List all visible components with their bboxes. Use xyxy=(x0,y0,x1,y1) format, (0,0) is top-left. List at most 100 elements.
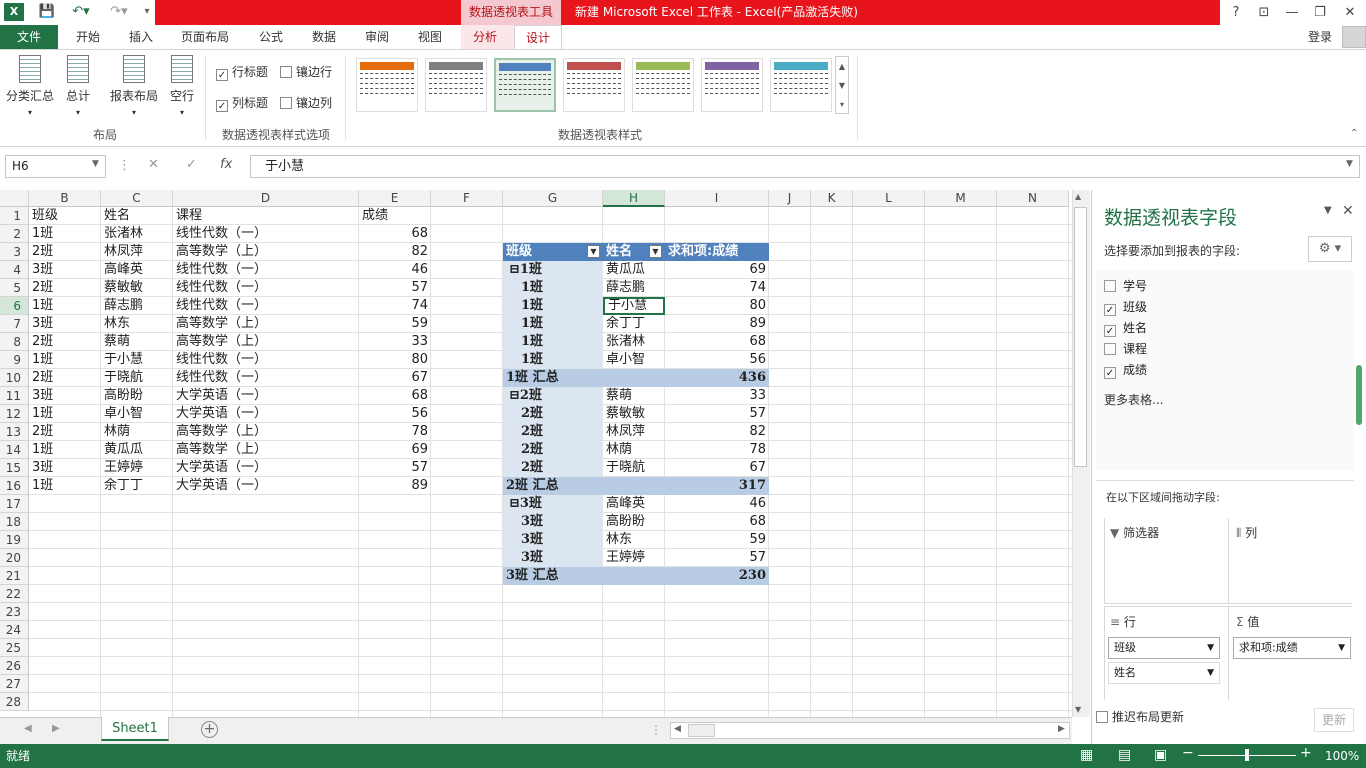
row-header[interactable]: 26 xyxy=(0,657,29,675)
gallery-scroll[interactable]: ▲ ▼ ▾ xyxy=(835,56,849,114)
report-layout-button[interactable]: 报表布局 ▾ xyxy=(108,55,160,123)
login-link[interactable]: 登录 xyxy=(1302,25,1338,49)
sheet-tab-sheet1[interactable]: Sheet1 xyxy=(101,717,169,741)
field-item[interactable]: ✓ 成绩 xyxy=(1104,361,1147,379)
pivot-value-cell[interactable]: 56 xyxy=(665,351,769,369)
source-data-cell[interactable]: 余丁丁 xyxy=(101,477,173,495)
row-header[interactable]: 25 xyxy=(0,639,29,657)
source-data-cell[interactable]: 59 xyxy=(359,315,431,333)
banded-rows-checkbox[interactable]: 镶边行 xyxy=(280,63,332,81)
row-header[interactable]: 20 xyxy=(0,549,29,567)
source-data-cell[interactable]: 3班 xyxy=(29,261,101,279)
pivot-value-cell[interactable]: 57 xyxy=(665,405,769,423)
pivot-row-label[interactable]: 2班 xyxy=(503,441,603,459)
source-data-cell[interactable]: 1班 xyxy=(29,297,101,315)
source-data-cell[interactable]: 3班 xyxy=(29,315,101,333)
checkbox-unchecked-icon[interactable] xyxy=(1104,343,1116,355)
pivot-row-label[interactable]: 1班 xyxy=(503,315,603,333)
row-header[interactable]: 16 xyxy=(0,477,29,495)
pivot-row-label[interactable]: ⊟1班 xyxy=(503,261,603,279)
pivot-value-cell[interactable]: 59 xyxy=(665,531,769,549)
pivot-row-label[interactable]: 2班 xyxy=(503,459,603,477)
save-icon[interactable]: 💾 xyxy=(36,2,58,22)
row-header[interactable]: 19 xyxy=(0,531,29,549)
source-data-cell[interactable]: 33 xyxy=(359,333,431,351)
column-header[interactable]: L xyxy=(853,190,925,207)
pivot-name-cell[interactable]: 林凤萍 xyxy=(603,423,665,441)
source-data-cell[interactable]: 3班 xyxy=(29,387,101,405)
pivot-row-label[interactable]: 3班 xyxy=(503,513,603,531)
source-data-cell[interactable]: 大学英语（一） xyxy=(173,387,359,405)
gallery-up-icon[interactable]: ▲ xyxy=(836,57,848,76)
row-header[interactable]: 6 xyxy=(0,297,29,315)
pivot-value-cell[interactable]: 80 xyxy=(665,297,769,315)
row-header[interactable]: 27 xyxy=(0,675,29,693)
tab-page-layout[interactable]: 页面布局 xyxy=(172,25,238,49)
column-header[interactable]: I xyxy=(665,190,769,207)
source-data-cell[interactable]: 高等数学（上） xyxy=(173,315,359,333)
source-data-cell[interactable]: 线性代数（一） xyxy=(173,225,359,243)
row-header[interactable]: 24 xyxy=(0,621,29,639)
source-data-cell[interactable]: 大学英语（一） xyxy=(173,459,359,477)
row-headers-checkbox[interactable]: ✓ 行标题 xyxy=(216,63,268,81)
tab-review[interactable]: 审阅 xyxy=(354,25,400,49)
scroll-right-icon[interactable]: ▶ xyxy=(1058,724,1065,734)
source-data-cell[interactable]: 林凤萍 xyxy=(101,243,173,261)
source-data-cell[interactable]: 高等数学（上） xyxy=(173,243,359,261)
source-data-cell[interactable]: 80 xyxy=(359,351,431,369)
field-item[interactable]: 学号 xyxy=(1104,277,1147,294)
source-data-cell[interactable]: 1班 xyxy=(29,441,101,459)
pivot-row-label[interactable]: 3班 xyxy=(503,531,603,549)
column-header[interactable]: K xyxy=(811,190,853,207)
field-item[interactable]: ✓ 班级 xyxy=(1104,298,1147,316)
column-header[interactable]: B xyxy=(29,190,101,207)
undo-icon[interactable]: ↶▾ xyxy=(66,2,96,22)
pivot-name-cell[interactable]: 卓小智 xyxy=(603,351,665,369)
pivot-subtotal-cell[interactable] xyxy=(603,369,665,387)
source-data-cell[interactable]: 57 xyxy=(359,279,431,297)
value-field-score[interactable]: 求和项:成绩 ▼ xyxy=(1233,637,1351,659)
row-header[interactable]: 8 xyxy=(0,333,29,351)
gallery-down-icon[interactable]: ▼ xyxy=(836,76,848,95)
source-data-cell[interactable]: 王婷婷 xyxy=(101,459,173,477)
pivot-row-label[interactable]: 1班 xyxy=(503,297,603,315)
pivot-subtotal-label[interactable]: 3班 汇总 xyxy=(503,567,603,585)
source-data-cell[interactable]: 57 xyxy=(359,459,431,477)
pivot-subtotal-label[interactable]: 2班 汇总 xyxy=(503,477,603,495)
tab-home[interactable]: 开始 xyxy=(66,25,110,49)
defer-update-checkbox[interactable]: 推迟布局更新 xyxy=(1096,708,1184,725)
row-header[interactable]: 4 xyxy=(0,261,29,279)
maximize-icon[interactable]: ❐ xyxy=(1306,0,1334,25)
pivot-value-cell[interactable]: 57 xyxy=(665,549,769,567)
row-header[interactable]: 21 xyxy=(0,567,29,585)
pivot-name-cell[interactable]: 于晓航 xyxy=(603,459,665,477)
col-headers-checkbox[interactable]: ✓ 列标题 xyxy=(216,94,268,112)
source-data-cell[interactable]: 68 xyxy=(359,225,431,243)
source-data-cell[interactable]: 56 xyxy=(359,405,431,423)
source-data-cell[interactable]: 高等数学（上） xyxy=(173,423,359,441)
row-header[interactable]: 5 xyxy=(0,279,29,297)
tab-design[interactable]: 设计 xyxy=(514,25,562,49)
pivot-row-label[interactable]: ⊟3班 xyxy=(503,495,603,513)
source-data-cell[interactable]: 大学英语（一） xyxy=(173,477,359,495)
gear-icon[interactable]: ⚙ ▾ xyxy=(1308,236,1352,262)
pivot-name-cell[interactable]: 薛志鹏 xyxy=(603,279,665,297)
source-data-cell[interactable]: 线性代数（一） xyxy=(173,369,359,387)
scroll-left-icon[interactable]: ◀ xyxy=(674,724,681,734)
source-data-cell[interactable]: 蔡萌 xyxy=(101,333,173,351)
column-header[interactable]: H xyxy=(603,190,665,207)
pivot-value-cell[interactable]: 46 xyxy=(665,495,769,513)
pane-options-icon[interactable]: ▼ xyxy=(1324,205,1332,216)
source-data-cell[interactable]: 张渚林 xyxy=(101,225,173,243)
row-header[interactable]: 14 xyxy=(0,441,29,459)
pivot-style-thumb[interactable] xyxy=(425,58,487,112)
minimize-icon[interactable]: — xyxy=(1278,0,1306,25)
page-layout-view-icon[interactable]: ▤ xyxy=(1118,747,1131,763)
pivot-value-cell[interactable]: 68 xyxy=(665,333,769,351)
tab-view[interactable]: 视图 xyxy=(408,25,452,49)
help-button[interactable]: ? xyxy=(1222,0,1250,25)
normal-view-icon[interactable]: ▦ xyxy=(1080,747,1093,763)
pivot-name-cell[interactable]: 高盼盼 xyxy=(603,513,665,531)
worksheet-grid[interactable]: B C D E F G H I J K L M N 1 2 3 4 5 6 7 8 9 10 11 12 13 14 15 16 17 18… xyxy=(0,190,1072,717)
pivot-value-cell[interactable]: 78 xyxy=(665,441,769,459)
